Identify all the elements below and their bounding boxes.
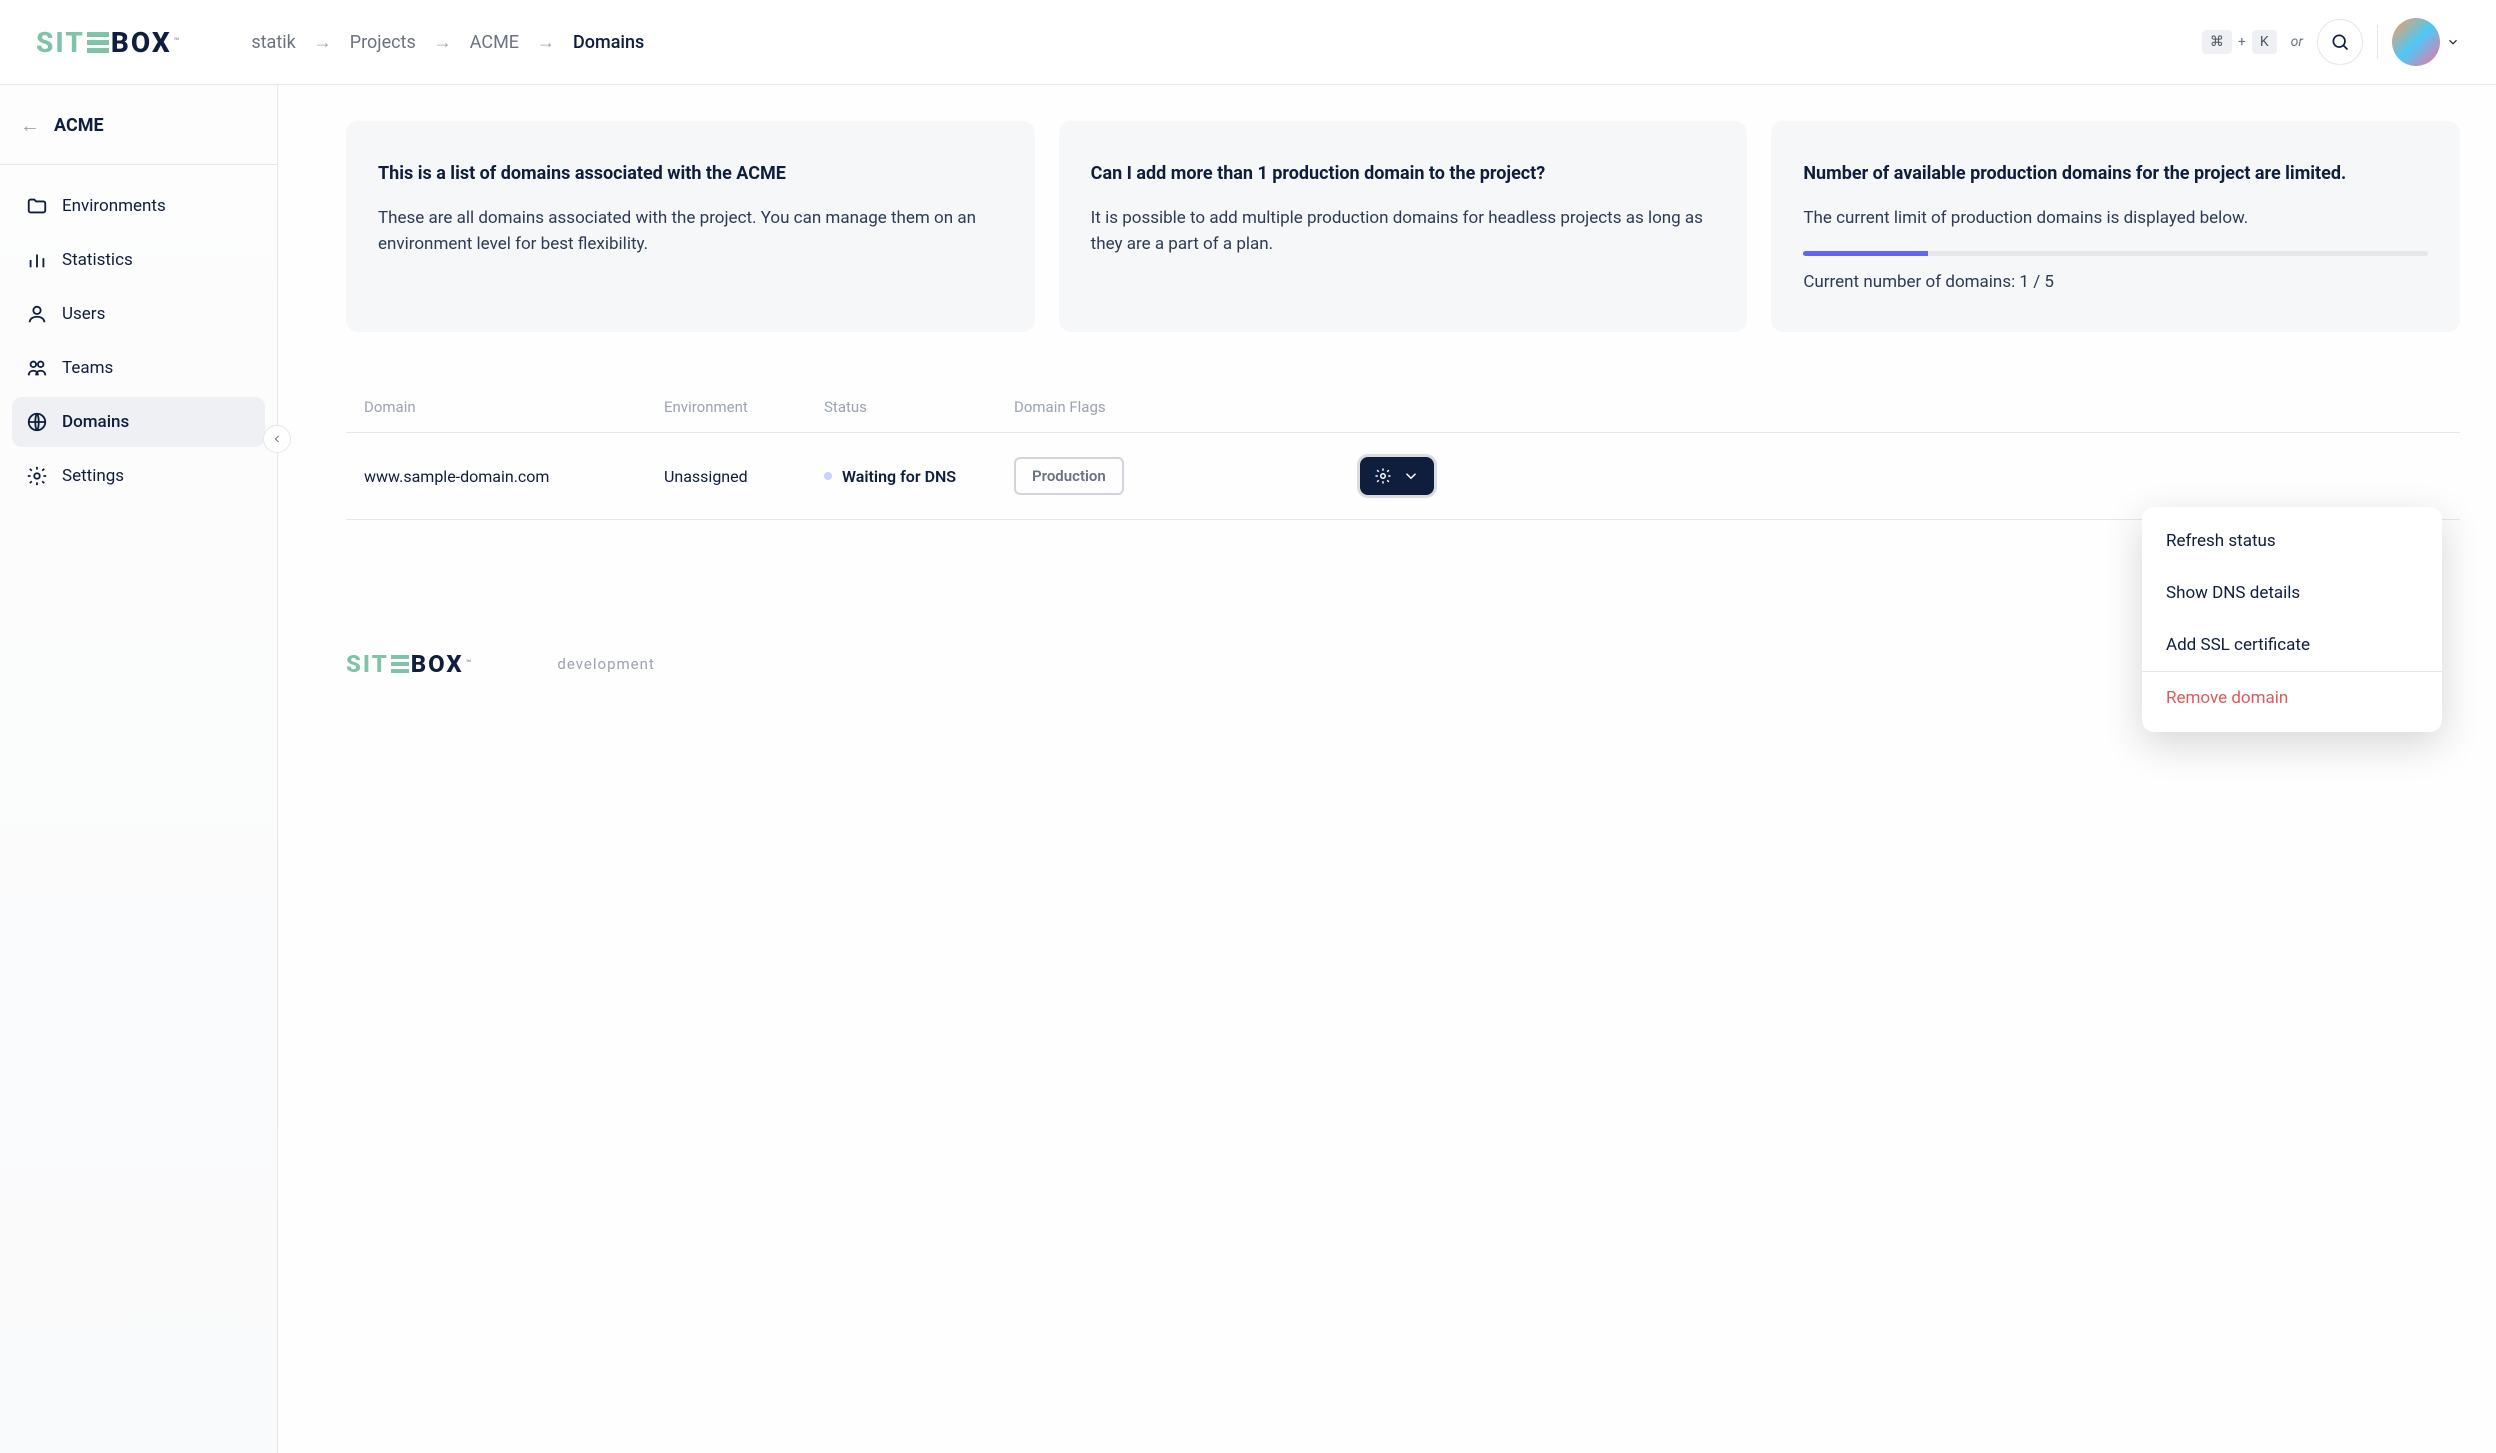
table-row: www.sample-domain.com Unassigned Waiting… bbox=[346, 432, 2460, 520]
sidebar-header: ← ACME bbox=[0, 85, 277, 165]
info-cards: This is a list of domains associated wit… bbox=[346, 121, 2460, 332]
nav-label: Statistics bbox=[62, 250, 133, 270]
dropdown-remove[interactable]: Remove domain bbox=[2142, 671, 2442, 724]
gear-icon bbox=[26, 465, 48, 487]
globe-icon bbox=[26, 411, 48, 433]
sidebar-title: ACME bbox=[54, 115, 104, 136]
footer-logo: SITBOX™ bbox=[346, 650, 473, 678]
header-right: ⌘ + K or bbox=[2202, 18, 2460, 66]
user-menu[interactable] bbox=[2392, 18, 2460, 66]
col-environment: Environment bbox=[664, 398, 824, 416]
sidebar-item-statistics[interactable]: Statistics bbox=[12, 235, 265, 285]
chevron-down-icon bbox=[2446, 35, 2460, 49]
card-title: This is a list of domains associated wit… bbox=[378, 161, 1003, 187]
search-icon bbox=[2330, 32, 2350, 52]
search-shortcut: ⌘ + K bbox=[2202, 30, 2277, 54]
cell-flags: Production bbox=[1014, 457, 1334, 495]
chart-icon bbox=[26, 249, 48, 271]
gear-icon bbox=[1374, 467, 1392, 485]
chevron-left-icon bbox=[271, 433, 283, 445]
actions-dropdown: Refresh status Show DNS details Add SSL … bbox=[2142, 507, 2442, 732]
sidebar-item-domains[interactable]: Domains bbox=[12, 397, 265, 447]
flag-badge: Production bbox=[1014, 457, 1124, 495]
breadcrumb-project[interactable]: ACME bbox=[470, 32, 519, 53]
progress-bar bbox=[1803, 251, 2428, 256]
footer-sub: development bbox=[557, 655, 654, 673]
col-status: Status bbox=[824, 398, 1014, 416]
card-text: The current limit of production domains … bbox=[1803, 205, 2428, 231]
col-domain: Domain bbox=[364, 398, 664, 416]
sidebar: ← ACME Environments Statistics Users Tea… bbox=[0, 85, 278, 1453]
card-title: Can I add more than 1 production domain … bbox=[1091, 161, 1716, 187]
domains-table: Domain Environment Status Domain Flags w… bbox=[346, 382, 2460, 520]
nav-label: Domains bbox=[62, 412, 129, 432]
nav-label: Users bbox=[62, 304, 105, 324]
info-card-3: Number of available production domains f… bbox=[1771, 121, 2460, 332]
chevron-right-icon: → bbox=[314, 32, 332, 53]
plus-text: + bbox=[2238, 34, 2246, 50]
back-arrow-icon[interactable]: ← bbox=[20, 113, 40, 138]
chevron-down-icon bbox=[1402, 467, 1420, 485]
dropdown-refresh[interactable]: Refresh status bbox=[2142, 515, 2442, 567]
search-button[interactable] bbox=[2317, 19, 2363, 65]
cell-status: Waiting for DNS bbox=[824, 467, 1014, 486]
chevron-right-icon: → bbox=[434, 32, 452, 53]
sidebar-item-environments[interactable]: Environments bbox=[12, 181, 265, 231]
breadcrumb: statik → Projects → ACME → Domains bbox=[251, 32, 644, 53]
table-header: Domain Environment Status Domain Flags bbox=[346, 382, 2460, 432]
divider bbox=[2377, 25, 2378, 59]
k-key-icon: K bbox=[2252, 30, 2277, 54]
sidebar-nav: Environments Statistics Users Teams Doma… bbox=[0, 165, 277, 521]
breadcrumb-current: Domains bbox=[573, 32, 644, 53]
nav-label: Settings bbox=[62, 466, 124, 486]
card-title: Number of available production domains f… bbox=[1803, 161, 2428, 187]
nav-label: Environments bbox=[62, 196, 166, 216]
info-card-1: This is a list of domains associated wit… bbox=[346, 121, 1035, 332]
team-icon bbox=[26, 357, 48, 379]
cmd-key-icon: ⌘ bbox=[2202, 30, 2232, 54]
user-icon bbox=[26, 303, 48, 325]
card-text: It is possible to add multiple productio… bbox=[1091, 205, 1716, 258]
domains-count: Current number of domains: 1 / 5 bbox=[1803, 272, 2428, 292]
col-flags: Domain Flags bbox=[1014, 398, 1334, 416]
sidebar-item-settings[interactable]: Settings bbox=[12, 451, 265, 501]
breadcrumb-root[interactable]: statik bbox=[251, 32, 295, 53]
dropdown-dns[interactable]: Show DNS details bbox=[2142, 567, 2442, 619]
or-text: or bbox=[2291, 34, 2303, 50]
header: SITBOX™ statik → Projects → ACME → Domai… bbox=[0, 0, 2496, 85]
logo[interactable]: SITBOX™ bbox=[36, 26, 181, 59]
dropdown-ssl[interactable]: Add SSL certificate bbox=[2142, 619, 2442, 671]
row-actions-button[interactable] bbox=[1360, 457, 1434, 495]
collapse-sidebar-button[interactable] bbox=[263, 425, 291, 453]
main-content: This is a list of domains associated wit… bbox=[278, 85, 2496, 1453]
nav-label: Teams bbox=[62, 358, 113, 378]
cell-environment: Unassigned bbox=[664, 467, 824, 486]
folder-icon bbox=[26, 195, 48, 217]
chevron-right-icon: → bbox=[537, 32, 555, 53]
layout: ← ACME Environments Statistics Users Tea… bbox=[0, 85, 2496, 1453]
info-card-2: Can I add more than 1 production domain … bbox=[1059, 121, 1748, 332]
card-text: These are all domains associated with th… bbox=[378, 205, 1003, 258]
status-dot-icon bbox=[824, 472, 832, 480]
cell-domain: www.sample-domain.com bbox=[364, 467, 664, 486]
sidebar-item-teams[interactable]: Teams bbox=[12, 343, 265, 393]
avatar bbox=[2392, 18, 2440, 66]
sidebar-item-users[interactable]: Users bbox=[12, 289, 265, 339]
status-text: Waiting for DNS bbox=[842, 467, 956, 486]
breadcrumb-projects[interactable]: Projects bbox=[350, 32, 416, 53]
